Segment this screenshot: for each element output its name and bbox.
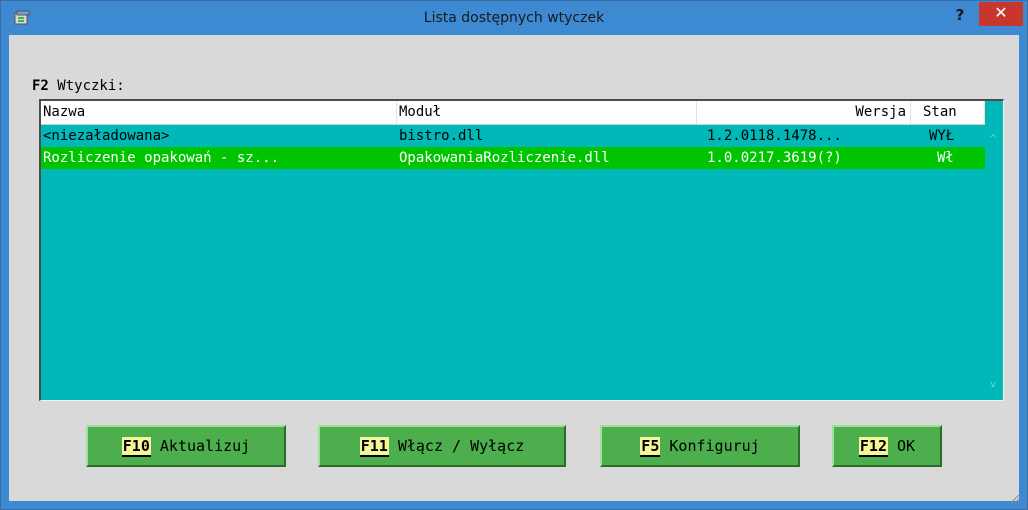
toggle-label: Włącz / Wyłącz — [388, 437, 525, 455]
close-button[interactable]: ✕ — [979, 2, 1023, 26]
update-hotkey: F10 — [121, 437, 151, 457]
cell-state: Wł — [937, 150, 954, 166]
update-label: Aktualizuj — [150, 437, 251, 455]
plugins-label-text: Wtyczki: — [48, 78, 125, 94]
title-bar[interactable]: Lista dostępnych wtyczek ? ✕ — [1, 1, 1027, 35]
plugins-hotkey: F2 — [32, 78, 49, 94]
column-header-version[interactable]: Wersja — [697, 101, 911, 124]
ok-label: OK — [888, 437, 916, 455]
table-row-selected[interactable]: Rozliczenie opakowań - sz... OpakowaniaR… — [41, 147, 985, 169]
configure-label: Konfiguruj — [660, 437, 760, 455]
update-button[interactable]: F10 Aktualizuj — [86, 425, 286, 467]
help-button[interactable]: ? — [943, 3, 977, 29]
ok-hotkey: F12 — [858, 437, 888, 457]
plugins-list[interactable]: Nazwa Moduł Wersja Stan <niezaładowana> … — [39, 99, 1004, 401]
scroll-up-arrow-icon[interactable]: ^ — [985, 131, 1001, 147]
column-header-name[interactable]: Nazwa — [43, 101, 397, 124]
configure-hotkey: F5 — [640, 437, 661, 457]
cell-version: 1.0.0217.3619(?) — [707, 150, 842, 166]
cell-module: OpakowaniaRozliczenie.dll — [399, 150, 610, 166]
scroll-down-arrow-icon[interactable]: v — [985, 377, 1001, 393]
list-header: Nazwa Moduł Wersja Stan — [41, 101, 985, 125]
cell-state: WYŁ — [929, 128, 955, 144]
plugins-section-label: F2 Wtyczki: — [32, 76, 125, 96]
column-header-state[interactable]: Stan — [911, 101, 985, 124]
toggle-hotkey: F11 — [359, 437, 389, 457]
cell-name: Rozliczenie opakowań - sz... — [43, 150, 280, 166]
table-row[interactable]: <niezaładowana> bistro.dll 1.2.0118.1478… — [41, 125, 985, 147]
vertical-scrollbar[interactable]: ^ v — [985, 125, 1001, 398]
cell-name: <niezaładowana> — [43, 128, 170, 144]
resize-grip-icon[interactable] — [1008, 492, 1020, 504]
cell-version: 1.2.0118.1478... — [707, 128, 842, 144]
window-title: Lista dostępnych wtyczek — [423, 10, 605, 26]
configure-button[interactable]: F5 Konfiguruj — [600, 425, 800, 467]
column-header-module[interactable]: Moduł — [399, 101, 697, 124]
toggle-button[interactable]: F11 Włącz / Wyłącz — [318, 425, 566, 467]
cell-module: bistro.dll — [399, 128, 484, 144]
ok-button[interactable]: F12 OK — [832, 425, 942, 467]
